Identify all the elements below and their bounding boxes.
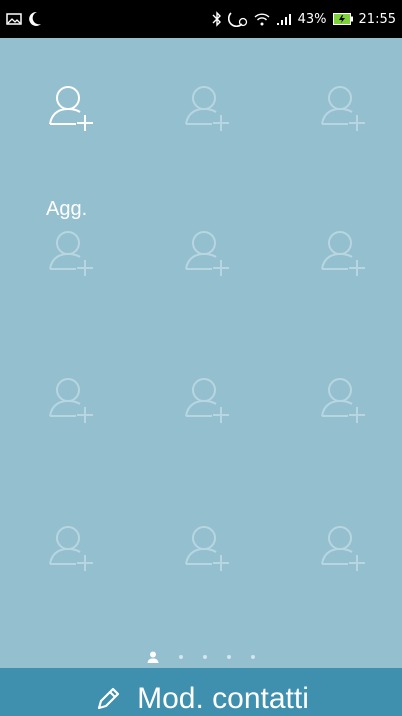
contact-slot-4[interactable]: [42, 223, 102, 283]
image-icon: [6, 12, 22, 26]
contact-slot-12[interactable]: [314, 518, 374, 578]
wifi-icon: [254, 12, 270, 26]
moon-icon: [28, 11, 42, 27]
bluetooth-icon: [212, 11, 222, 27]
do-not-disturb-icon: [227, 11, 248, 27]
add-contact-icon: [185, 526, 229, 571]
contact-slot-1[interactable]: [42, 78, 102, 138]
page-indicator: [0, 648, 402, 666]
battery-icon: [332, 13, 353, 25]
battery-percent: 43%: [297, 11, 327, 27]
edit-contacts-label: Mod. contatti: [137, 682, 309, 715]
page-dot-4[interactable]: [227, 655, 231, 659]
contacts-grid: Agg.: [0, 38, 402, 668]
contact-slot-1-label: Agg.: [46, 198, 88, 220]
add-contact-icon: [49, 86, 93, 131]
add-contact-icon: [185, 231, 229, 276]
clock: 21:55: [358, 11, 396, 27]
status-bar-left: [6, 11, 42, 27]
contact-slot-3[interactable]: [314, 78, 374, 138]
add-contact-icon: [321, 526, 365, 571]
status-bar-right: 43% 21:55: [212, 11, 396, 27]
contact-slot-2[interactable]: [178, 78, 238, 138]
add-contact-icon: [49, 526, 93, 571]
contact-slot-8[interactable]: [178, 370, 238, 430]
add-contact-icon: [185, 86, 229, 131]
contact-slot-11[interactable]: [178, 518, 238, 578]
page-dot-5[interactable]: [251, 655, 255, 659]
contact-slot-5[interactable]: [178, 223, 238, 283]
signal-icon: [276, 12, 292, 26]
add-contact-icon: [321, 86, 365, 131]
contact-slot-10[interactable]: [42, 518, 102, 578]
add-contact-icon: [321, 231, 365, 276]
add-contact-icon: [321, 378, 365, 423]
add-contact-icon: [49, 378, 93, 423]
contact-slot-6[interactable]: [314, 223, 374, 283]
status-bar: 43% 21:55: [0, 0, 402, 38]
page-dot-3[interactable]: [203, 655, 207, 659]
contact-slot-7[interactable]: [42, 370, 102, 430]
page-dot-2[interactable]: [179, 655, 183, 659]
pencil-icon: [98, 687, 120, 710]
add-contact-icon: [49, 231, 93, 276]
edit-contacts-button[interactable]: Mod. contatti: [0, 668, 402, 716]
add-contact-icon: [185, 378, 229, 423]
contact-slot-9[interactable]: [314, 370, 374, 430]
page-dot-current-user-icon[interactable]: [147, 651, 159, 663]
